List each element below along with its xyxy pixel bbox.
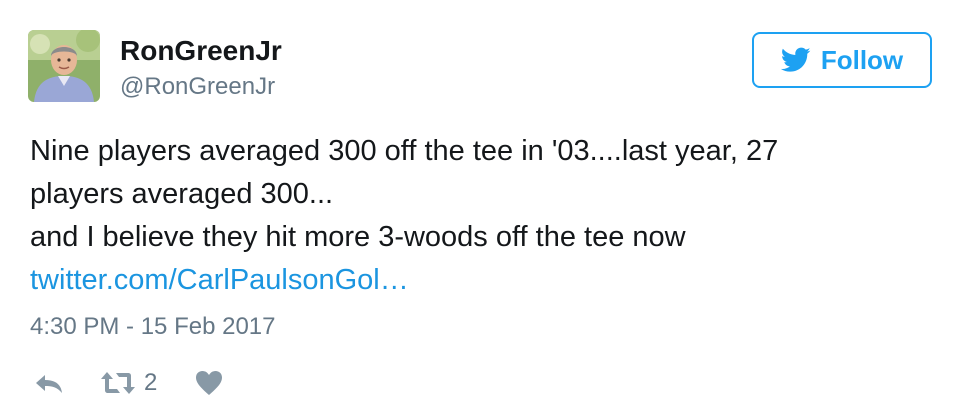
retweet-count: 2 xyxy=(144,369,158,396)
follow-button[interactable]: Follow xyxy=(752,32,932,88)
like-button[interactable] xyxy=(195,370,223,396)
tweet-text-line: and I believe they hit more 3-woods off … xyxy=(30,221,686,253)
retweet-button[interactable]: 2 xyxy=(100,368,157,398)
avatar[interactable] xyxy=(28,30,100,102)
tweet-timestamp[interactable]: 4:30 PM - 15 Feb 2017 xyxy=(30,312,275,342)
tweet-actions: 2 xyxy=(34,368,223,398)
heart-icon xyxy=(196,371,223,395)
tweet-text-line: Nine players averaged 300 off the tee in… xyxy=(30,135,779,167)
avatar-photo xyxy=(28,30,100,102)
reply-button[interactable] xyxy=(34,371,64,395)
user-handle[interactable]: @RonGreenJr xyxy=(120,72,275,102)
follow-label: Follow xyxy=(820,44,904,75)
twitter-bird-icon xyxy=(780,47,811,72)
tweet-text-line: players averaged 300... xyxy=(30,178,334,210)
tweet-text: Nine players averaged 300 off the tee in… xyxy=(30,130,930,302)
tweet-card: RonGreenJr @RonGreenJr Follow Nine playe… xyxy=(0,0,960,406)
retweet-icon xyxy=(101,372,135,394)
tweet-link[interactable]: twitter.com/CarlPaulsonGol… xyxy=(30,259,930,302)
display-name[interactable]: RonGreenJr xyxy=(120,34,282,68)
reply-icon xyxy=(36,375,62,393)
